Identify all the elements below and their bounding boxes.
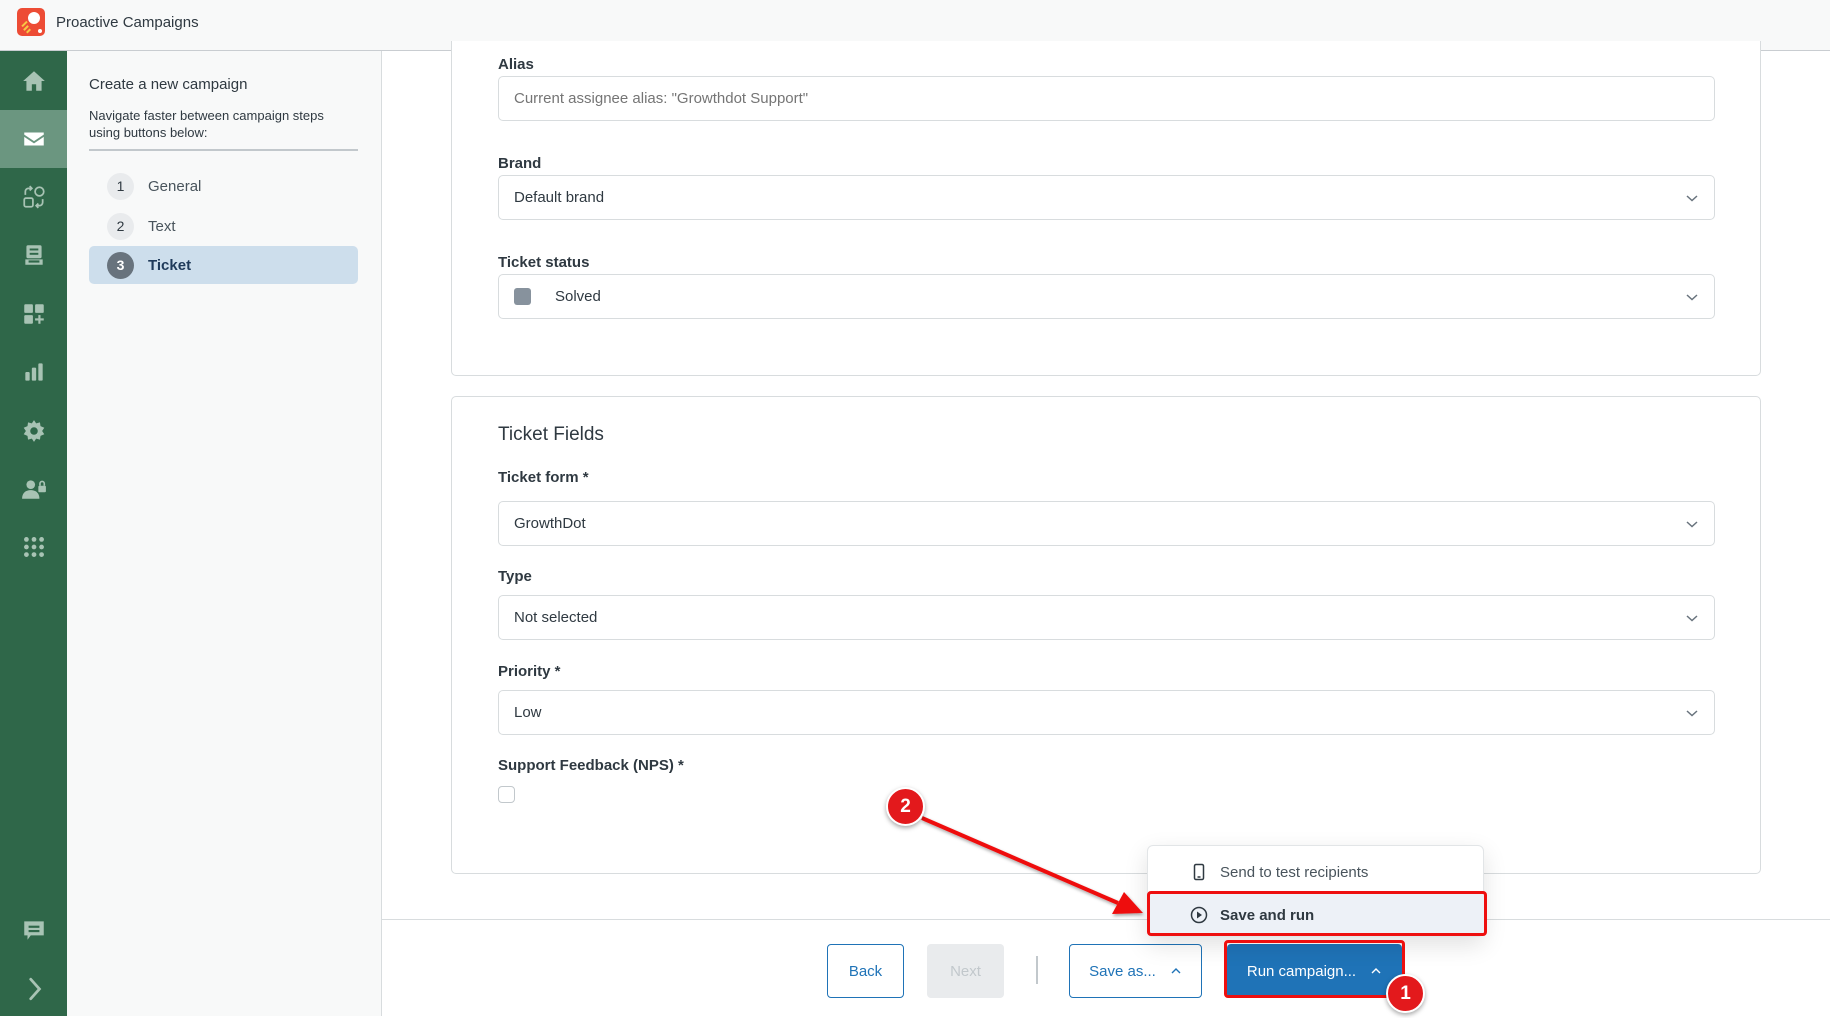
steps-description: Navigate faster between campaign steps u… bbox=[89, 108, 324, 140]
ticket-status-label: Ticket status bbox=[498, 254, 590, 271]
brand-label: Brand bbox=[498, 155, 542, 172]
app-title: Proactive Campaigns bbox=[56, 14, 199, 31]
priority-value: Low bbox=[514, 704, 542, 721]
add-widget-icon bbox=[23, 304, 44, 324]
ticket-form-value: GrowthDot bbox=[514, 515, 586, 532]
chevron-down-icon bbox=[1686, 195, 1698, 202]
type-label: Type bbox=[498, 568, 532, 585]
menu-item-save-and-run[interactable]: Save and run bbox=[1148, 894, 1485, 936]
run-campaign-button[interactable]: Run campaign... bbox=[1227, 944, 1402, 998]
rail-item-reports[interactable] bbox=[0, 343, 67, 401]
rail-item-settings[interactable] bbox=[0, 402, 67, 460]
gear-icon bbox=[23, 420, 44, 442]
divider bbox=[1036, 956, 1038, 984]
divider bbox=[89, 149, 358, 151]
chevron-up-icon bbox=[1371, 968, 1381, 974]
rail-item-add-widget[interactable] bbox=[0, 285, 67, 343]
rail-item-user-permissions[interactable] bbox=[0, 460, 67, 518]
section-title: Ticket Fields bbox=[498, 424, 604, 445]
rail-item-inbox[interactable] bbox=[0, 226, 67, 284]
inbox-icon bbox=[24, 245, 43, 265]
app-logo bbox=[17, 8, 45, 36]
apps-grid-icon bbox=[23, 537, 44, 557]
rail-item-chat[interactable] bbox=[0, 901, 67, 959]
campaign-steps-panel: Create a new campaign Navigate faster be… bbox=[67, 51, 382, 1016]
chat-icon bbox=[23, 921, 44, 940]
save-as-button[interactable]: Save as... bbox=[1069, 944, 1202, 998]
step-general[interactable]: 1 General bbox=[89, 167, 358, 205]
step-label: Ticket bbox=[148, 256, 192, 274]
ticket-status-select[interactable]: Solved bbox=[498, 274, 1715, 319]
step-number: 1 bbox=[107, 172, 134, 200]
save-as-label: Save as... bbox=[1089, 962, 1156, 980]
mail-icon bbox=[23, 132, 44, 146]
run-campaign-menu: Send to test recipients Save and run bbox=[1147, 845, 1485, 937]
main-content: Alias Brand Default brand Ticket status … bbox=[382, 41, 1830, 919]
step-number: 2 bbox=[107, 212, 134, 240]
rail-item-expand[interactable] bbox=[0, 960, 67, 1018]
chevron-down-icon bbox=[1686, 294, 1698, 301]
alias-label: Alias bbox=[498, 56, 534, 73]
step-label: General bbox=[148, 177, 202, 195]
rail-item-campaigns[interactable] bbox=[0, 110, 67, 168]
ticket-settings-card: Alias Brand Default brand Ticket status … bbox=[451, 41, 1761, 376]
priority-label: Priority * bbox=[498, 663, 561, 680]
brand-value: Default brand bbox=[514, 189, 605, 206]
rail-item-automations[interactable] bbox=[0, 168, 67, 226]
annotation-badge-1: 1 bbox=[1386, 974, 1425, 1013]
chevron-down-icon bbox=[1686, 521, 1698, 528]
alias-input[interactable] bbox=[498, 76, 1715, 121]
home-icon bbox=[22, 71, 45, 91]
next-button[interactable]: Next bbox=[927, 944, 1004, 998]
nav-rail bbox=[0, 51, 67, 1016]
priority-select[interactable]: Low bbox=[498, 690, 1715, 735]
type-select[interactable]: Not selected bbox=[498, 595, 1715, 640]
status-color-swatch bbox=[514, 288, 531, 305]
play-circle-icon bbox=[1190, 906, 1208, 924]
rail-item-apps[interactable] bbox=[0, 518, 67, 576]
step-number: 3 bbox=[107, 251, 134, 279]
footer-actions: Back Next Save as... Run campaign... bbox=[382, 919, 1830, 1016]
run-campaign-label: Run campaign... bbox=[1246, 962, 1357, 980]
automation-icon bbox=[22, 185, 45, 209]
ticket-status-value: Solved bbox=[555, 288, 601, 305]
chevron-down-icon bbox=[1686, 615, 1698, 622]
ticket-form-label: Ticket form * bbox=[498, 469, 589, 486]
menu-item-label: Save and run bbox=[1220, 906, 1315, 924]
step-text[interactable]: 2 Text bbox=[89, 207, 358, 245]
chevron-up-icon bbox=[1171, 968, 1181, 974]
ticket-fields-card: Ticket Fields Ticket form * GrowthDot Ty… bbox=[451, 396, 1761, 874]
user-lock-icon bbox=[21, 480, 46, 499]
nps-checkbox[interactable] bbox=[498, 786, 515, 803]
step-ticket[interactable]: 3 Ticket bbox=[89, 246, 358, 284]
ticket-form-select[interactable]: GrowthDot bbox=[498, 501, 1715, 546]
bar-chart-icon bbox=[24, 363, 43, 381]
menu-item-label: Send to test recipients bbox=[1220, 863, 1369, 881]
brand-select[interactable]: Default brand bbox=[498, 175, 1715, 220]
mobile-icon bbox=[1193, 863, 1205, 881]
nps-label: Support Feedback (NPS) * bbox=[498, 757, 684, 774]
rail-item-home[interactable] bbox=[0, 52, 67, 110]
chevron-right-icon bbox=[28, 977, 41, 1001]
type-value: Not selected bbox=[514, 609, 598, 626]
menu-item-send-to-test[interactable]: Send to test recipients bbox=[1148, 852, 1485, 892]
chevron-down-icon bbox=[1686, 710, 1698, 717]
back-button[interactable]: Back bbox=[827, 944, 904, 998]
steps-title: Create a new campaign bbox=[89, 76, 248, 93]
step-label: Text bbox=[148, 217, 176, 235]
annotation-badge-2: 2 bbox=[886, 787, 925, 826]
